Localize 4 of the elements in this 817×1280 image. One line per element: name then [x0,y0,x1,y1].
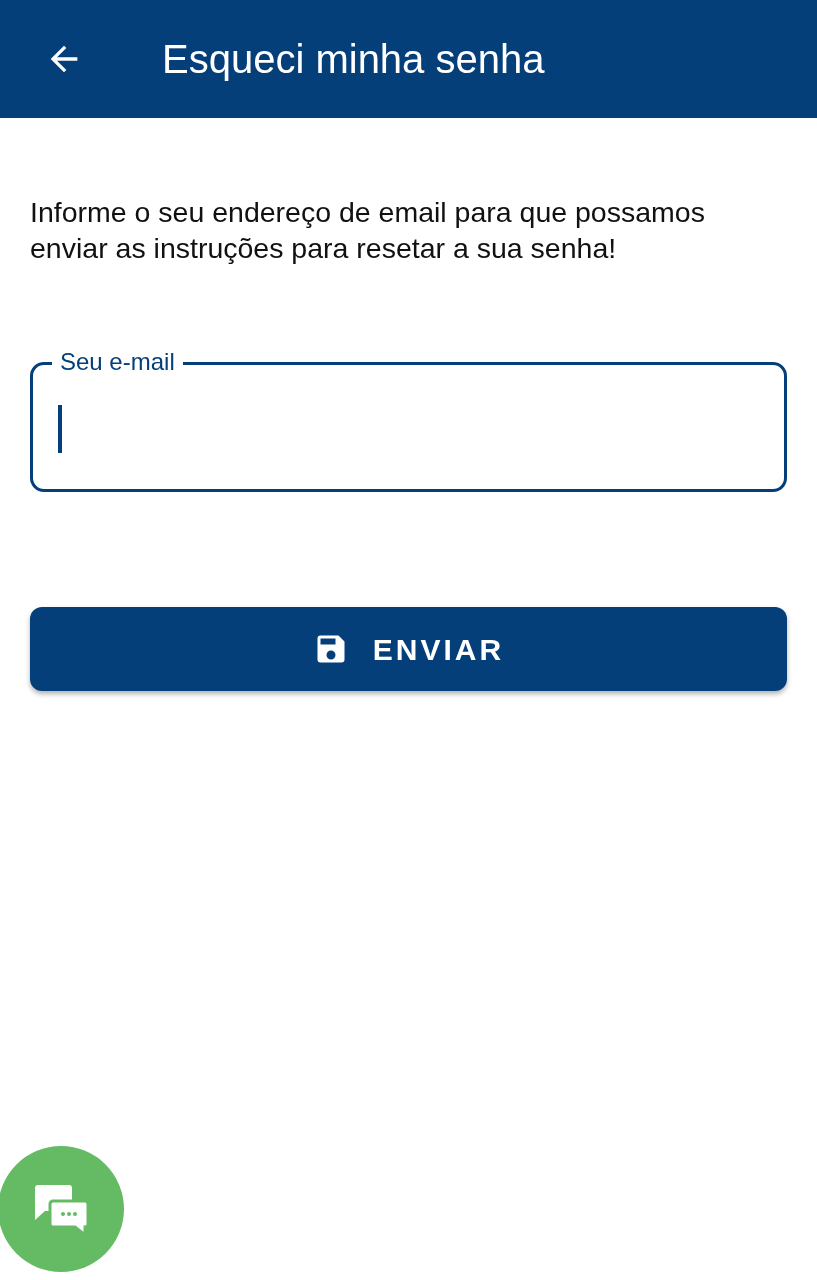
instructions-text: Informe o seu endereço de email para que possamos enviar as instruções para resetar a sua senha! [30,195,706,266]
text-cursor [58,405,62,453]
send-button[interactable]: ENVIAR [30,607,787,691]
page-title: Esqueci minha senha [162,36,545,83]
